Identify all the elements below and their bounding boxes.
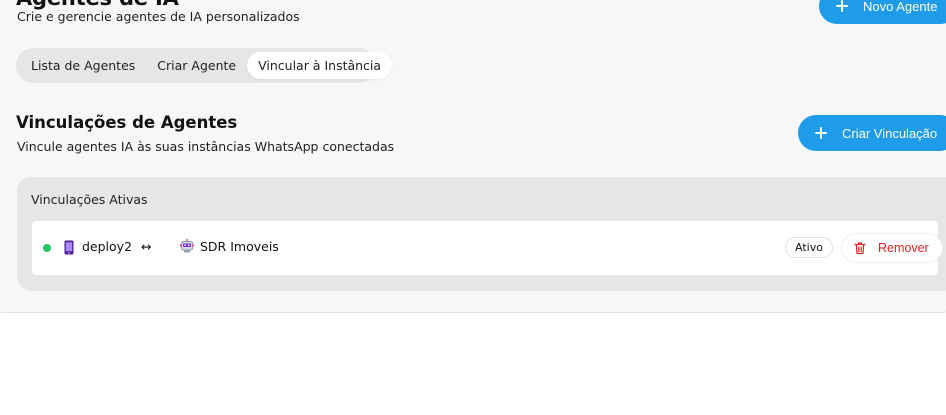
online-status-dot [43,244,51,252]
section-subtitle: Vincule agentes IA às suas instâncias Wh… [17,139,395,154]
active-links-panel: Vinculações Ativas deploy2 ↔ SDR Imoveis… [17,177,946,291]
plus-icon [835,0,849,13]
agent-name: SDR Imoveis [200,239,279,254]
remove-label: Remover [878,241,929,255]
new-agent-button[interactable]: Novo Agente [819,0,946,24]
new-agent-label: Novo Agente [863,0,938,14]
link-row: deploy2 ↔ SDR Imoveis Ativo Remover [32,221,943,275]
page-subtitle: Crie e gerencie agentes de IA personaliz… [17,9,300,24]
link-arrow-icon: ↔ [141,239,152,254]
create-link-label: Criar Vinculação [842,125,938,141]
instance-name: deploy2 [82,239,133,254]
robot-icon [180,239,194,253]
plus-icon [814,126,828,140]
tab-criar-agente[interactable]: Criar Agente [146,52,247,79]
status-badge: Ativo [785,237,833,258]
phone-icon [64,240,74,255]
tab-vincular-instancia[interactable]: Vincular à Instância [247,52,393,79]
section-title: Vinculações de Agentes [16,113,238,132]
remove-button[interactable]: Remover [841,233,943,263]
trash-icon [854,242,866,255]
tab-bar: Lista de Agentes Criar Agente Vincular à… [16,48,393,83]
create-link-button[interactable]: Criar Vinculação [798,115,946,151]
tab-lista-de-agentes[interactable]: Lista de Agentes [20,52,146,79]
active-links-title: Vinculações Ativas [31,192,148,207]
